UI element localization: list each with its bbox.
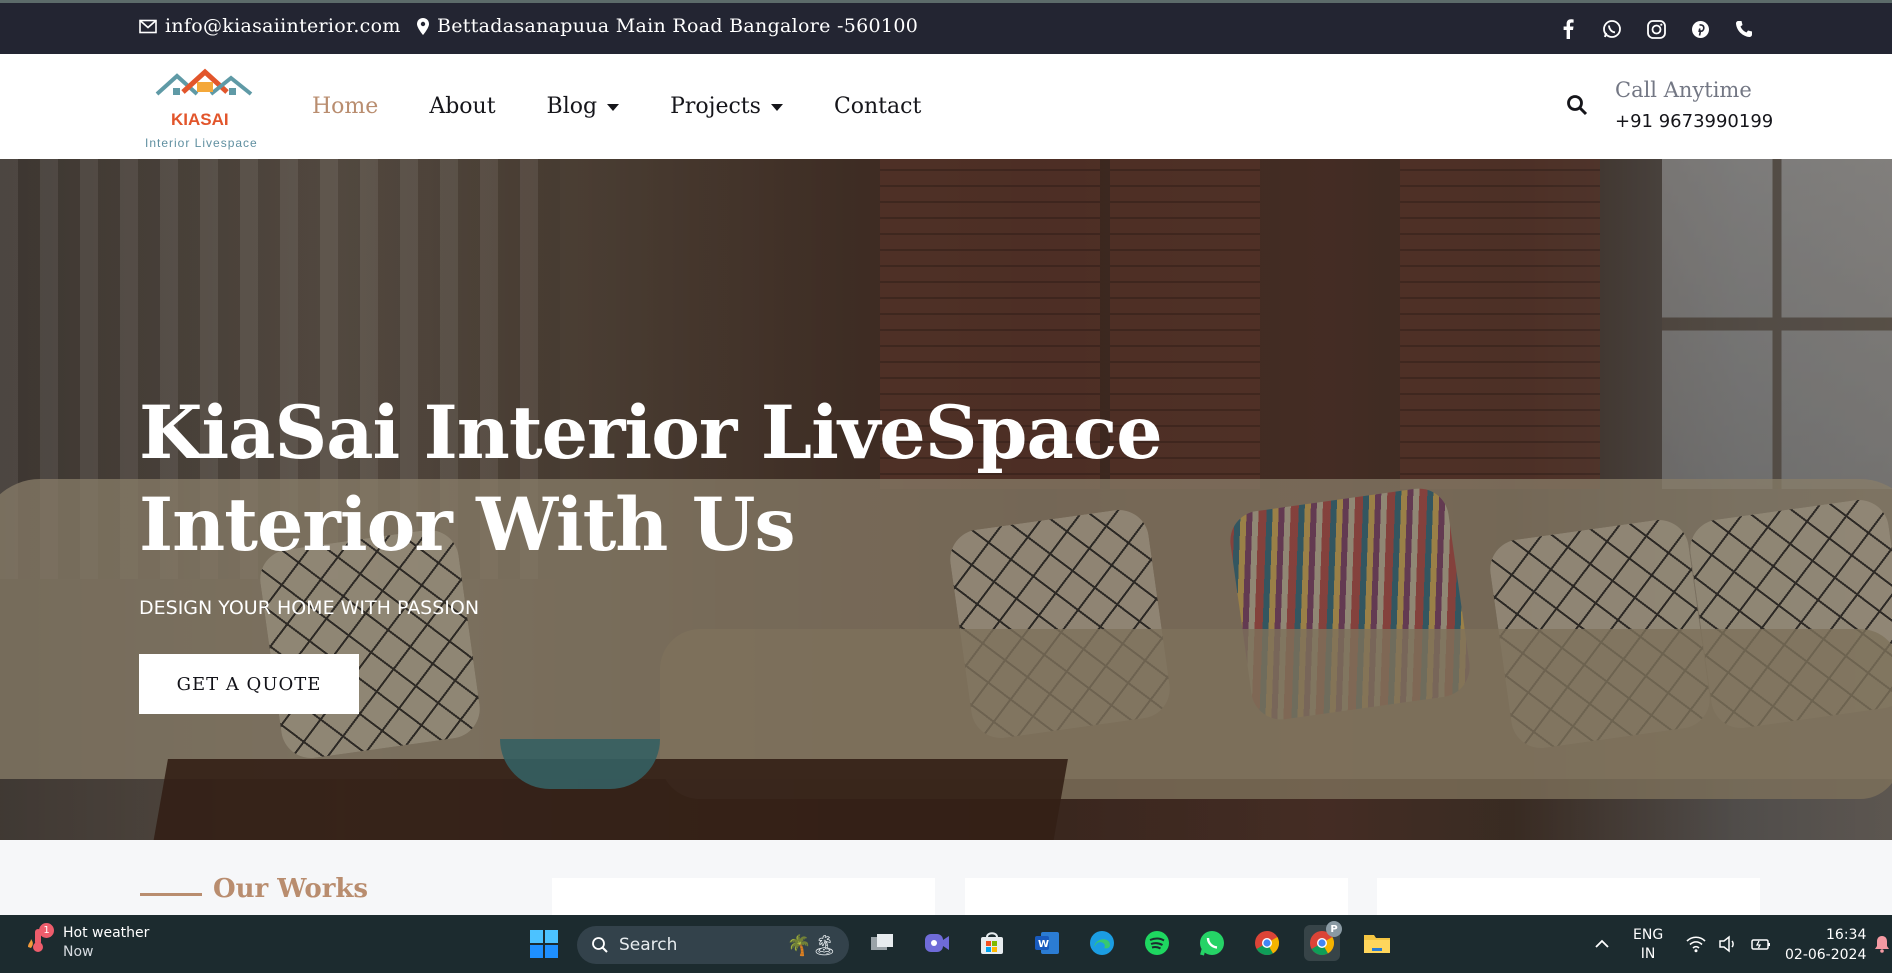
nav-item-label: Home (312, 94, 379, 119)
hero-banner: KiaSai Interior LiveSpace Interior With … (0, 159, 1892, 840)
caret-down-icon (607, 104, 620, 111)
chevron-up-icon[interactable] (1594, 935, 1610, 954)
hero-title-line2: Interior With Us (139, 482, 796, 568)
language-top: ENG (1633, 927, 1664, 943)
system-tray-icons[interactable] (1686, 935, 1772, 953)
nav-item-contact[interactable]: Contact (834, 94, 921, 119)
main-navbar: KIASAI Interior Livespace Home About Blo… (0, 54, 1892, 159)
taskbar-search-box[interactable]: Search 🌴🏝 (577, 926, 849, 964)
nav-item-label: Contact (833, 94, 922, 119)
address-link[interactable]: Bettadasanapuua Main Road Bangalore -560… (417, 15, 918, 37)
weather-badge: 1 (39, 923, 54, 938)
whatsapp-icon[interactable] (1600, 17, 1624, 41)
thermometer-icon: 1 (25, 923, 55, 955)
chrome-profile-icon[interactable]: P (1304, 921, 1342, 961)
os-taskbar: 1 Hot weather Now Search 🌴🏝 W P ENG IN 1… (0, 915, 1892, 973)
logo-subtitle: Interior Livespace (145, 136, 258, 150)
hero-title-line1: KiaSai Interior LiveSpace (139, 390, 1163, 476)
chrome-profile-badge: P (1326, 921, 1342, 937)
logo-brand-text: KIASAI (171, 110, 229, 129)
caret-down-icon (770, 104, 783, 111)
map-pin-icon (417, 17, 429, 35)
weather-widget[interactable]: 1 Hot weather Now (25, 923, 150, 960)
facebook-icon[interactable] (1556, 17, 1580, 41)
nav-item-projects[interactable]: Projects (670, 94, 783, 119)
clock-time: 16:34 (1826, 927, 1867, 943)
nav-menu: Home About Blog Projects Contact (312, 94, 972, 119)
microsoft-store-icon[interactable] (974, 925, 1010, 961)
word-icon[interactable]: W (1029, 925, 1065, 961)
battery-icon (1751, 939, 1770, 950)
chrome-icon[interactable] (1249, 925, 1285, 961)
house-roof-logo-icon (155, 68, 253, 96)
nav-item-label: Blog (546, 94, 598, 119)
call-anytime-label: Call Anytime (1615, 78, 1752, 102)
search-icon (1567, 95, 1588, 116)
our-works-section: Our Works (0, 840, 1892, 918)
language-bottom: IN (1640, 946, 1656, 962)
nav-item-about[interactable]: About (429, 94, 495, 119)
spotify-icon[interactable] (1139, 925, 1175, 961)
nav-item-label: Projects (670, 94, 761, 119)
site-logo[interactable]: KIASAI Interior Livespace (143, 68, 263, 150)
instagram-icon[interactable] (1644, 17, 1668, 41)
social-links (1556, 17, 1756, 41)
work-card[interactable] (965, 878, 1348, 918)
notification-bell-icon[interactable] (1874, 935, 1890, 957)
search-placeholder: Search (619, 935, 678, 955)
work-card[interactable] (552, 878, 935, 918)
svg-text:W: W (1038, 939, 1049, 950)
email-text: info@kiasaiinterior.com (165, 15, 401, 37)
get-quote-button[interactable]: GET A QUOTE (139, 654, 359, 714)
weather-title: Hot weather (63, 925, 150, 941)
envelope-icon (139, 19, 157, 33)
email-link[interactable]: info@kiasaiinterior.com (139, 15, 401, 37)
nav-item-home[interactable]: Home (312, 94, 378, 119)
weather-subtitle: Now (63, 944, 94, 960)
windows-start-button[interactable] (529, 929, 559, 963)
palm-tree-icon: 🌴🏝 (786, 933, 837, 957)
search-icon (592, 937, 608, 953)
address-text: Bettadasanapuua Main Road Bangalore -560… (437, 15, 919, 37)
section-title-line (140, 893, 202, 896)
call-number[interactable]: +91 9673990199 (1615, 111, 1773, 132)
clock-date: 02-06-2024 (1785, 947, 1867, 963)
task-view-icon[interactable] (864, 925, 900, 961)
phone-icon[interactable] (1732, 17, 1756, 41)
taskbar-apps: W P (864, 921, 1395, 961)
top-contact-bar: info@kiasaiinterior.com Bettadasanapuua … (0, 0, 1892, 54)
hero-tagline: DESIGN YOUR HOME WITH PASSION (139, 597, 480, 619)
nav-item-blog[interactable]: Blog (547, 94, 620, 119)
pinterest-icon[interactable] (1688, 17, 1712, 41)
edge-icon[interactable] (1084, 925, 1120, 961)
nav-item-label: About (429, 94, 496, 119)
system-clock[interactable]: 16:34 02-06-2024 (1785, 925, 1866, 965)
language-indicator[interactable]: ENG IN (1633, 926, 1663, 964)
search-button[interactable] (1566, 94, 1588, 120)
windows-logo-icon (530, 930, 558, 958)
hero-title: KiaSai Interior LiveSpace Interior With … (139, 387, 1239, 571)
file-explorer-icon[interactable] (1359, 925, 1395, 961)
wifi-icon (1686, 936, 1706, 953)
teams-meet-icon[interactable] (919, 925, 955, 961)
section-title: Our Works (213, 874, 369, 904)
volume-icon (1719, 935, 1734, 953)
work-card[interactable] (1377, 878, 1760, 918)
whatsapp-app-icon[interactable] (1194, 925, 1230, 961)
